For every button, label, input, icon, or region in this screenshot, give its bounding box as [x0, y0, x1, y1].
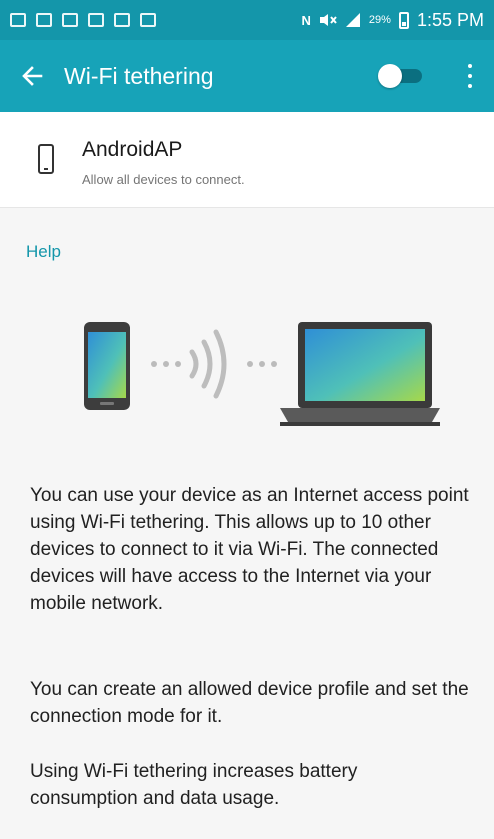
list-icon — [140, 13, 156, 27]
sync-icon — [114, 13, 130, 27]
nfc-icon: N — [301, 12, 311, 28]
tethering-illustration — [80, 318, 440, 438]
clock: 1:55 PM — [416, 9, 484, 30]
page-title: Wi-Fi tethering — [64, 62, 214, 89]
network-settings-row[interactable]: AndroidAP Allow all devices to connect. — [0, 112, 494, 208]
description-paragraph-1: You can use your device as an Internet a… — [30, 485, 469, 614]
mute-icon — [319, 14, 337, 26]
connection-dots-right — [247, 361, 277, 367]
message-icon — [10, 13, 26, 27]
help-link[interactable]: Help — [26, 242, 61, 262]
illustration-phone-icon — [84, 322, 130, 410]
status-bar: N 29% 1:55 PM — [0, 0, 494, 40]
notification-icons — [10, 13, 156, 27]
signal-icon — [345, 13, 360, 27]
description-paragraph-3: Using Wi-Fi tethering increases battery … — [30, 761, 358, 809]
wifi-tethering-toggle[interactable] — [378, 64, 424, 88]
network-name: AndroidAP — [82, 138, 183, 161]
back-arrow-icon[interactable] — [4, 40, 60, 112]
status-right: N 29% 1:55 PM — [302, 10, 484, 31]
image-icon — [88, 13, 104, 27]
wifi-waves-icon — [189, 329, 227, 399]
connection-dots-left — [151, 361, 181, 367]
battery-percent: 29% — [368, 14, 391, 26]
network-subtitle: Allow all devices to connect. — [82, 172, 245, 187]
phone-icon — [38, 144, 54, 174]
illustration-laptop-icon — [280, 322, 440, 426]
toggle-thumb — [378, 64, 402, 88]
description-paragraph-2: You can create an allowed device profile… — [30, 679, 469, 727]
calendar-icon — [36, 13, 52, 27]
more-options-icon[interactable] — [460, 62, 480, 90]
app-notification-icon — [62, 13, 78, 27]
battery-icon — [398, 11, 409, 29]
app-bar: Wi-Fi tethering — [0, 40, 494, 112]
